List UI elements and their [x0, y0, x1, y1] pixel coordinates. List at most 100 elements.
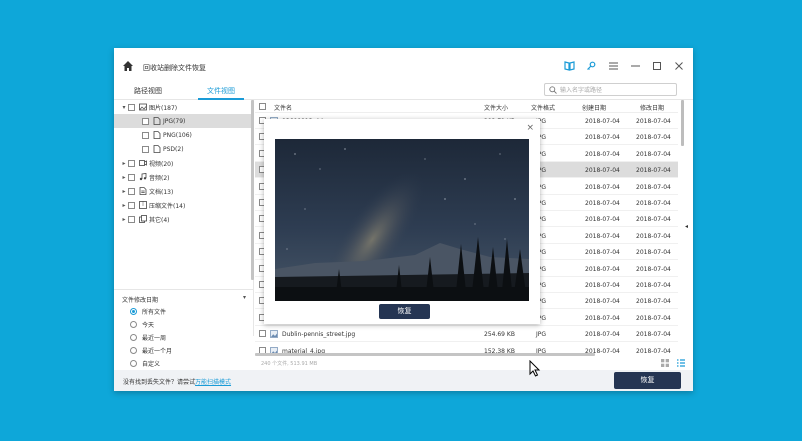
book-icon[interactable]	[563, 60, 575, 72]
tab-path-view[interactable]: 路径视图	[128, 84, 168, 100]
tree-item-label: 压缩文件(14)	[149, 202, 186, 210]
created-date: 2018-07-04	[585, 167, 620, 175]
tree-item-images[interactable]: ▾ 图片(187)	[114, 100, 252, 114]
date-filter: 文件修改日期 ▾ 所有文件 今天 最近一周 最近一个月 自定义	[114, 289, 254, 369]
tree-scrollbar[interactable]	[251, 100, 254, 280]
modified-date: 2018-07-04	[636, 150, 671, 158]
created-date: 2018-07-04	[585, 232, 620, 240]
checkbox[interactable]	[128, 215, 135, 223]
table-horizontal-scrollbar[interactable]	[255, 353, 595, 356]
radio-label: 最近一个月	[142, 347, 173, 355]
chevron-right-icon[interactable]: ▸	[120, 202, 128, 209]
checkbox[interactable]	[128, 159, 135, 167]
radio-button[interactable]	[130, 307, 137, 315]
restore-button[interactable]: 恢复	[614, 372, 681, 389]
radio-today[interactable]: 今天	[130, 318, 154, 330]
column-header-name[interactable]: 文件名	[274, 103, 292, 112]
mouse-cursor-icon	[529, 360, 541, 377]
modified-date: 2018-07-04	[636, 118, 671, 125]
menu-icon[interactable]	[607, 60, 619, 72]
chevron-down-icon[interactable]: ▾	[243, 294, 246, 301]
row-checkbox[interactable]	[259, 330, 266, 338]
modified-date: 2018-07-04	[636, 314, 671, 322]
music-icon	[139, 173, 147, 181]
home-icon[interactable]	[122, 60, 134, 72]
radio-last-week[interactable]: 最近一周	[130, 331, 166, 343]
table-vertical-scrollbar[interactable]	[681, 100, 684, 146]
checkbox[interactable]	[128, 201, 135, 209]
radio-label: 所有文件	[142, 308, 167, 316]
file-name: Dublin-pennis_street.jpg	[282, 331, 356, 339]
preview-restore-button[interactable]: 恢复	[379, 304, 430, 319]
column-header-format[interactable]: 文件格式	[531, 103, 555, 112]
tree-item-psd[interactable]: PSD(2)	[114, 142, 252, 156]
column-header-created[interactable]: 创建日期	[582, 103, 606, 112]
radio-button[interactable]	[130, 320, 137, 328]
chevron-right-icon[interactable]: ▸	[120, 188, 128, 195]
chevron-right-icon[interactable]: ▸	[120, 160, 128, 167]
radio-button[interactable]	[130, 346, 137, 354]
close-icon[interactable]: ×	[526, 123, 534, 133]
search-box[interactable]	[544, 83, 677, 96]
checkbox[interactable]	[128, 187, 135, 195]
created-date: 2018-07-04	[585, 249, 620, 257]
key-icon[interactable]	[585, 60, 597, 72]
tree-item-label: 图片(187)	[149, 104, 178, 112]
checkbox[interactable]	[142, 117, 149, 125]
preview-dialog: × 恢复	[264, 119, 540, 324]
chevron-right-icon[interactable]: ▸	[120, 216, 128, 223]
bottom-bar: 没有找到丢失文件？请尝试万能扫描模式 恢复	[114, 370, 693, 391]
tree-item-jpg[interactable]: JPG(79)	[114, 114, 252, 128]
close-icon[interactable]	[673, 60, 685, 72]
table-row[interactable]: Dublin-pennis_street.jpg 254.69 KB JPG 2018…	[255, 326, 678, 343]
checkbox[interactable]	[128, 103, 135, 111]
tree-item-label: 视频(20)	[149, 160, 174, 168]
radio-label: 自定义	[142, 360, 161, 368]
document-icon	[139, 187, 147, 195]
checkbox[interactable]	[142, 145, 149, 153]
tree-item-label: PNG(106)	[163, 131, 192, 139]
tree-item-other[interactable]: ▸ 其它(4)	[114, 212, 252, 226]
radio-custom[interactable]: 自定义	[130, 357, 160, 369]
collapse-panel-icon[interactable]: ◂	[685, 223, 688, 230]
column-header-modified[interactable]: 修改日期	[640, 103, 664, 112]
radio-button[interactable]	[130, 333, 137, 341]
file-icon	[153, 117, 161, 125]
grid-view-icon[interactable]	[661, 359, 669, 367]
other-icon	[139, 215, 147, 223]
tree-item-video[interactable]: ▸ 视频(20)	[114, 156, 252, 170]
tab-file-view[interactable]: 文件视图	[198, 84, 244, 100]
modified-date: 2018-07-04	[636, 282, 671, 289]
list-view-icon[interactable]	[677, 359, 685, 367]
checkbox[interactable]	[142, 131, 149, 139]
image-file-icon	[270, 330, 278, 339]
file-size: 254.69 KB	[484, 331, 515, 339]
radio-button[interactable]	[130, 359, 137, 367]
minimize-icon[interactable]	[629, 60, 641, 72]
chevron-right-icon[interactable]: ▸	[120, 174, 128, 181]
chevron-down-icon[interactable]: ▾	[120, 104, 128, 111]
search-input[interactable]	[560, 85, 672, 95]
tree-item-documents[interactable]: ▸ 文档(13)	[114, 184, 252, 198]
checkbox[interactable]	[128, 173, 135, 181]
tree-item-png[interactable]: PNG(106)	[114, 128, 252, 142]
deep-scan-link[interactable]: 万能扫描模式	[195, 379, 231, 386]
radio-all-files[interactable]: 所有文件	[130, 305, 166, 317]
select-all-checkbox[interactable]	[259, 103, 266, 110]
modified-date: 2018-07-04	[636, 134, 671, 142]
created-date: 2018-07-04	[585, 298, 620, 306]
radio-last-month[interactable]: 最近一个月	[130, 344, 172, 356]
maximize-icon[interactable]	[651, 60, 663, 72]
tree-item-label: 其它(4)	[149, 216, 170, 224]
table-row[interactable]: material_4.jpg 152.38 KB JPG 2018-07-04 2018…	[255, 343, 678, 353]
tree-item-audio[interactable]: ▸ 音频(2)	[114, 170, 252, 184]
modified-date: 2018-07-04	[636, 216, 671, 224]
radio-label: 最近一周	[142, 334, 167, 342]
app-title: 回收站删除文件恢复	[143, 64, 206, 72]
modified-date: 2018-07-04	[636, 232, 671, 240]
tree-item-archives[interactable]: ▸ 压缩文件(14)	[114, 198, 252, 212]
created-date: 2018-07-04	[585, 150, 620, 158]
column-header-size[interactable]: 文件大小	[484, 103, 508, 112]
tree-item-label: JPG(79)	[163, 117, 186, 125]
modified-date: 2018-07-04	[636, 265, 671, 273]
